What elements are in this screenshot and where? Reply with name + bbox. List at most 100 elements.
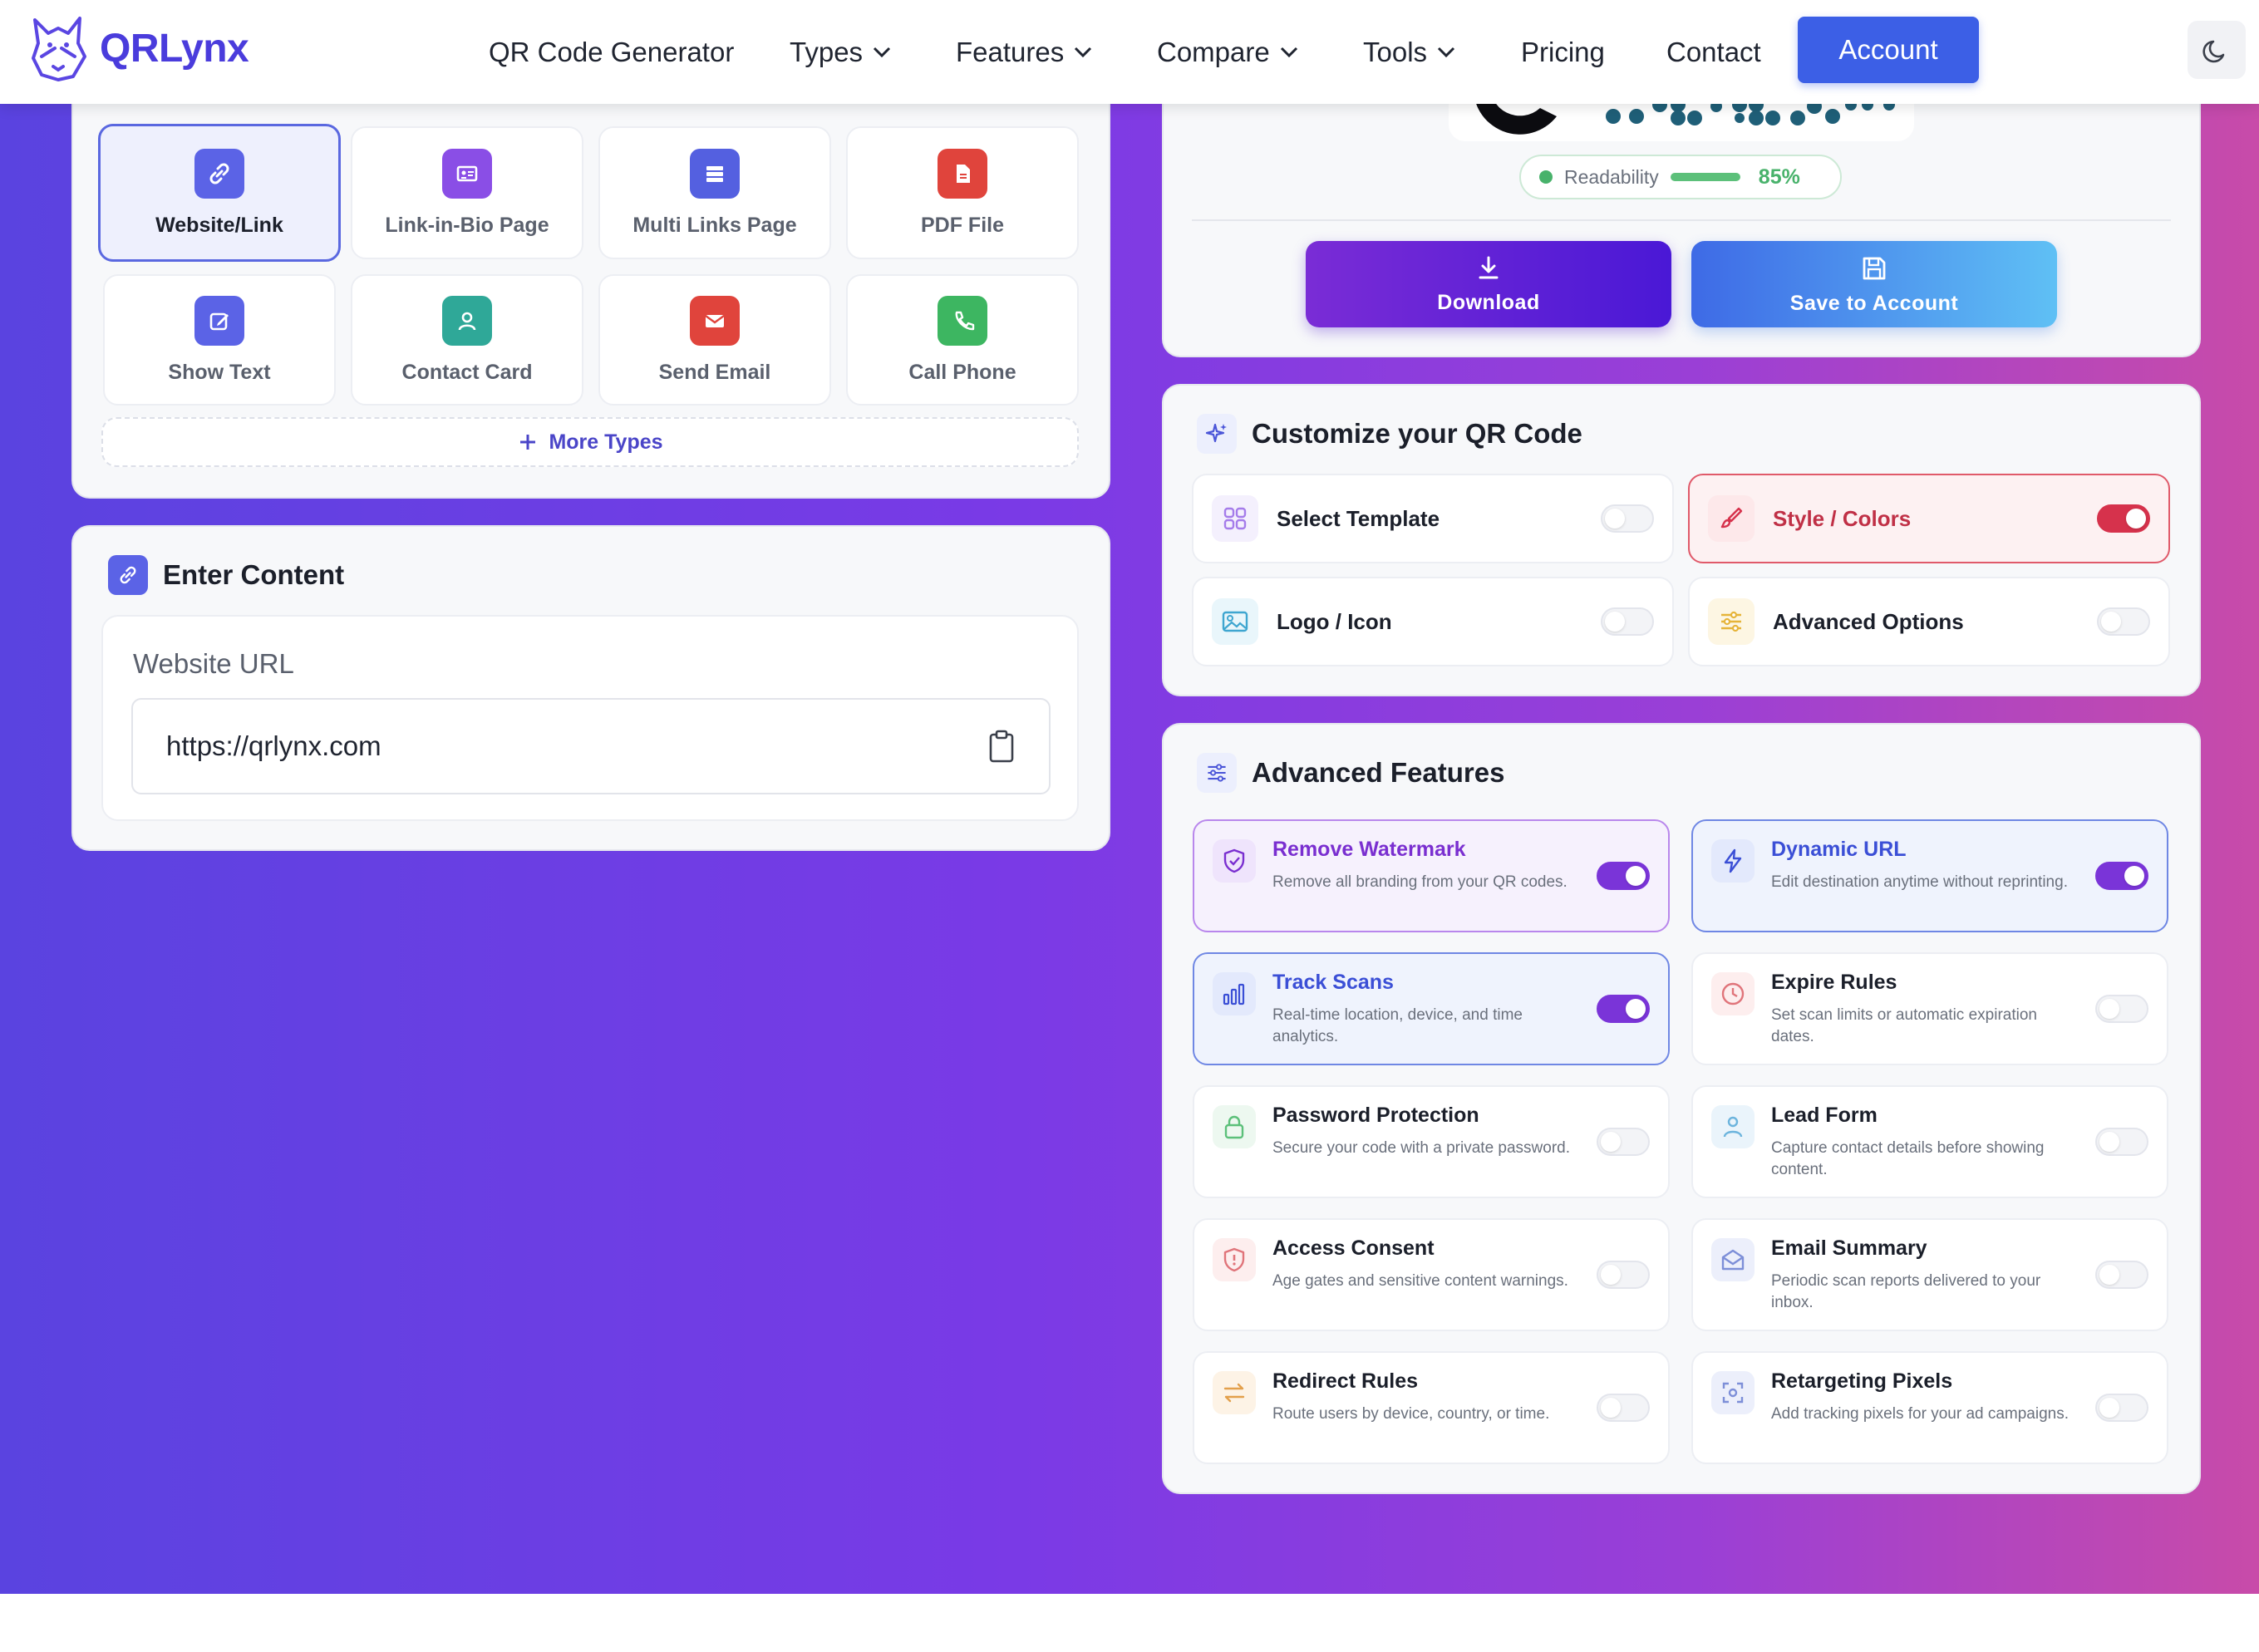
- readability-dot: [1539, 170, 1553, 184]
- type-tile-website-link[interactable]: Website/Link: [98, 124, 341, 262]
- feature-description: Age gates and sensitive content warnings…: [1272, 1272, 1568, 1290]
- feature-track-scans[interactable]: Track Scans Real-time location, device, …: [1193, 952, 1670, 1065]
- clock-icon: [1711, 972, 1755, 1015]
- style-colors-toggle[interactable]: [2097, 504, 2150, 533]
- nav-contact[interactable]: Contact: [1666, 0, 1761, 104]
- feature-password-protection[interactable]: Password Protection Secure your code wit…: [1193, 1085, 1670, 1198]
- sparkles-icon: [1197, 414, 1237, 454]
- option-select-template[interactable]: Select Template: [1192, 474, 1674, 563]
- type-tile-contact-card[interactable]: Contact Card: [351, 274, 583, 406]
- lock-icon: [1213, 1105, 1256, 1148]
- readability-bar: [1670, 173, 1740, 181]
- sliders-icon: [1708, 598, 1755, 645]
- brand-name: QRLynx: [100, 26, 249, 71]
- theme-toggle-button[interactable]: [2188, 21, 2246, 79]
- feature-dynamic-url[interactable]: Dynamic URL Edit destination anytime wit…: [1691, 819, 2168, 932]
- retargeting-pixels-toggle[interactable]: [2095, 1394, 2148, 1422]
- type-tile-link-in-bio[interactable]: Link-in-Bio Page: [351, 126, 583, 259]
- feature-description: Route users by device, country, or time.: [1272, 1405, 1550, 1423]
- advanced-options-toggle[interactable]: [2097, 607, 2150, 636]
- account-button[interactable]: Account: [1798, 17, 1979, 83]
- track-scans-toggle[interactable]: [1597, 995, 1650, 1023]
- save-to-account-button[interactable]: Save to Account: [1691, 241, 2057, 327]
- nav-label: Types: [790, 36, 864, 67]
- dynamic-url-toggle[interactable]: [2095, 862, 2148, 890]
- type-tile-pdf-file[interactable]: PDF File: [846, 126, 1079, 259]
- option-advanced-options[interactable]: Advanced Options: [1688, 577, 2170, 666]
- type-tile-label: Link-in-Bio Page: [385, 213, 549, 237]
- moon-icon: [2202, 40, 2225, 63]
- clipboard-icon[interactable]: [987, 730, 1016, 763]
- feature-title: Access Consent: [1272, 1237, 1435, 1260]
- nav-qr-code-generator[interactable]: QR Code Generator: [489, 0, 734, 104]
- save-to-account-label: Save to Account: [1789, 291, 1959, 315]
- feature-lead-form[interactable]: Lead Form Capture contact details before…: [1691, 1085, 2168, 1198]
- nav-label: Contact: [1666, 36, 1761, 67]
- feature-expire-rules[interactable]: Expire Rules Set scan limits or automati…: [1691, 952, 2168, 1065]
- option-logo-icon[interactable]: Logo / Icon: [1192, 577, 1674, 666]
- plus-icon: [520, 435, 536, 450]
- feature-title: Redirect Rules: [1272, 1369, 1419, 1393]
- feature-retargeting-pixels[interactable]: Retargeting Pixels Add tracking pixels f…: [1691, 1351, 2168, 1464]
- readability-label: Readability: [1564, 165, 1659, 188]
- website-url-value: https://qrlynx.com: [166, 730, 381, 761]
- more-types-button[interactable]: More Types: [101, 417, 1079, 467]
- image-icon: [1212, 598, 1258, 645]
- list-icon: [690, 148, 740, 199]
- remove-watermark-toggle[interactable]: [1597, 862, 1650, 890]
- shield-alert-icon: [1213, 1238, 1256, 1281]
- nav-compare[interactable]: Compare: [1157, 0, 1298, 104]
- user-icon: [442, 295, 492, 346]
- feature-redirect-rules[interactable]: Redirect Rules Route users by device, co…: [1193, 1351, 1670, 1464]
- lead-form-toggle[interactable]: [2095, 1128, 2148, 1156]
- nav-pricing[interactable]: Pricing: [1521, 0, 1605, 104]
- option-label: Select Template: [1277, 505, 1440, 531]
- feature-description: Add tracking pixels for your ad campaign…: [1771, 1405, 2070, 1423]
- mail-icon: [690, 295, 740, 346]
- grid-icon: [1212, 495, 1258, 542]
- nav-label: Tools: [1363, 36, 1428, 67]
- feature-text: Remove Watermark Remove all branding fro…: [1272, 821, 1580, 893]
- nav-features[interactable]: Features: [956, 0, 1092, 104]
- feature-title: Dynamic URL: [1771, 838, 1907, 861]
- readability-value: 85%: [1758, 165, 1800, 189]
- type-tile-show-text[interactable]: Show Text: [103, 274, 336, 406]
- readability-badge: Readability 85%: [1519, 155, 1842, 199]
- phone-icon: [938, 295, 987, 346]
- nav-tools[interactable]: Tools: [1363, 0, 1455, 104]
- logo-icon-toggle[interactable]: [1601, 607, 1654, 636]
- brand-logo[interactable]: QRLynx: [30, 15, 249, 81]
- website-url-box: Website URL https://qrlynx.com: [101, 615, 1079, 821]
- type-tile-multi-links[interactable]: Multi Links Page: [598, 126, 831, 259]
- feature-remove-watermark[interactable]: Remove Watermark Remove all branding fro…: [1193, 819, 1670, 932]
- download-button[interactable]: Download: [1306, 241, 1671, 327]
- page-footer-strip: [0, 1594, 2259, 1652]
- feature-title: Lead Form: [1771, 1104, 1878, 1127]
- divider: [1192, 219, 2171, 221]
- link-icon: [108, 555, 148, 595]
- website-url-label: Website URL: [133, 648, 294, 679]
- download-icon: [1479, 256, 1499, 278]
- feature-email-summary[interactable]: Email Summary Periodic scan reports deli…: [1691, 1218, 2168, 1331]
- feature-access-consent[interactable]: Access Consent Age gates and sensitive c…: [1193, 1218, 1670, 1331]
- select-template-toggle[interactable]: [1601, 504, 1654, 533]
- type-tile-label: PDF File: [920, 213, 1004, 237]
- expire-rules-toggle[interactable]: [2095, 995, 2148, 1023]
- access-consent-toggle[interactable]: [1597, 1261, 1650, 1289]
- email-summary-toggle[interactable]: [2095, 1261, 2148, 1289]
- feature-text: Expire Rules Set scan limits or automati…: [1771, 954, 2079, 1047]
- password-protection-toggle[interactable]: [1597, 1128, 1650, 1156]
- type-tile-send-email[interactable]: Send Email: [598, 274, 831, 406]
- website-url-input[interactable]: https://qrlynx.com: [131, 698, 1051, 794]
- advanced-features-title: Advanced Features: [1252, 757, 1505, 788]
- feature-title: Track Scans: [1272, 971, 1394, 994]
- person-icon: [1711, 1105, 1755, 1148]
- option-style-colors[interactable]: Style / Colors: [1688, 474, 2170, 563]
- customize-title: Customize your QR Code: [1252, 418, 1582, 449]
- feature-text: Lead Form Capture contact details before…: [1771, 1087, 2079, 1180]
- chevron-down-icon: [1075, 47, 1092, 57]
- redirect-rules-toggle[interactable]: [1597, 1394, 1650, 1422]
- type-tile-label: Show Text: [168, 360, 271, 384]
- nav-types[interactable]: Types: [790, 0, 891, 104]
- type-tile-call-phone[interactable]: Call Phone: [846, 274, 1079, 406]
